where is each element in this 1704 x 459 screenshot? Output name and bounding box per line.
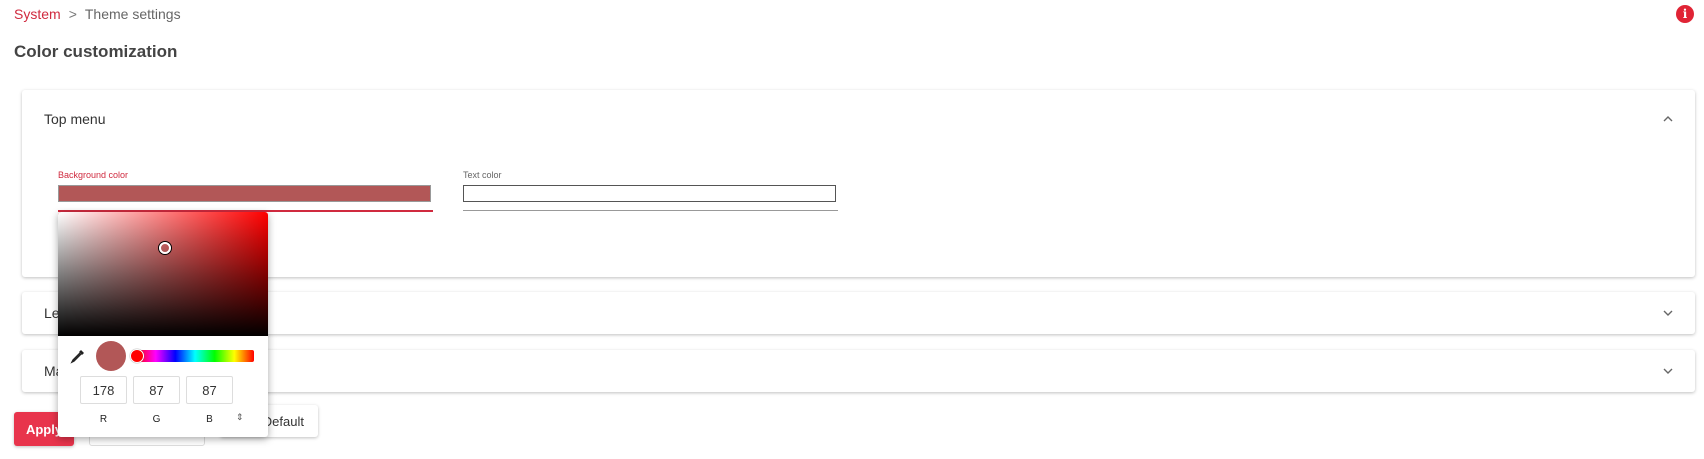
panel-main[interactable]: Ma [22, 350, 1695, 392]
color-picker: 178 87 87 R G B ⇕ [58, 212, 268, 437]
saturation-area[interactable] [58, 212, 268, 336]
panel-main-header[interactable]: Ma [22, 350, 1695, 392]
panel-title: Top menu [44, 111, 106, 127]
eyedropper-icon[interactable] [70, 348, 86, 364]
color-preview [96, 341, 126, 371]
field-underline [463, 210, 838, 211]
panel-top-menu: Top menu Background color Text color [22, 90, 1695, 277]
chevron-down-icon[interactable] [1661, 364, 1675, 378]
chevron-down-icon[interactable] [1661, 306, 1675, 320]
background-color-swatch[interactable] [58, 185, 431, 202]
page-title: Color customization [14, 42, 178, 61]
panel-left-menu[interactable]: Le [22, 292, 1695, 334]
green-label: G [152, 414, 161, 425]
text-color-label: Text color [463, 170, 502, 180]
green-input[interactable]: 87 [133, 376, 180, 404]
panel-left-menu-header[interactable]: Le [22, 292, 1695, 334]
text-color-swatch[interactable] [463, 185, 836, 202]
format-toggle-icon[interactable]: ⇕ [236, 412, 244, 423]
hue-slider-thumb[interactable] [130, 349, 144, 363]
panel-top-menu-header[interactable]: Top menu [22, 90, 1695, 148]
background-color-label: Background color [58, 170, 129, 180]
chevron-up-icon[interactable] [1661, 112, 1675, 126]
breadcrumb-separator: > [68, 6, 77, 22]
red-input[interactable]: 178 [80, 376, 127, 404]
blue-label: B [206, 414, 213, 425]
blue-input[interactable]: 87 [186, 376, 233, 404]
hue-slider[interactable] [136, 350, 254, 362]
breadcrumb-current: Theme settings [84, 6, 181, 22]
text-color-field[interactable]: Text color [463, 170, 838, 212]
saturation-cursor[interactable] [159, 242, 171, 254]
breadcrumb-system-link[interactable]: System [14, 6, 61, 22]
red-label: R [99, 414, 108, 425]
breadcrumb: System > Theme settings [14, 6, 181, 22]
background-color-field[interactable]: Background color [58, 170, 433, 212]
info-icon[interactable]: i [1676, 5, 1694, 23]
